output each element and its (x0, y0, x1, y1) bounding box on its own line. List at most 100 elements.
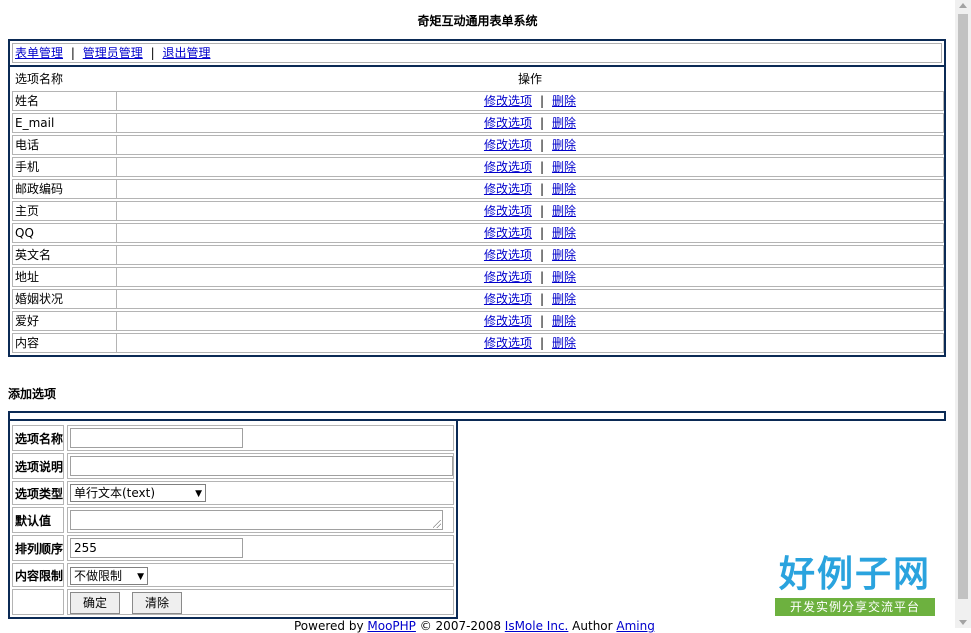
resize-grip-icon[interactable] (433, 520, 441, 528)
edit-option-link[interactable]: 修改选项 (484, 204, 532, 218)
delete-option-link[interactable]: 删除 (552, 160, 576, 174)
delete-option-link[interactable]: 删除 (552, 248, 576, 262)
footer: Powered by MooPHP © 2007-2008 IsMole Inc… (294, 619, 655, 633)
footer-author-label: Author (568, 619, 617, 633)
chevron-down-icon: ▼ (137, 572, 144, 582)
delete-option-link[interactable]: 删除 (552, 226, 576, 240)
content-limit-select[interactable]: 不做限制 ▼ (70, 567, 148, 585)
delete-option-link[interactable]: 删除 (552, 182, 576, 196)
add-option-bar (8, 411, 946, 421)
edit-option-link[interactable]: 修改选项 (484, 336, 532, 350)
form-value-cell (67, 507, 454, 533)
action-separator: | (539, 138, 545, 152)
edit-option-link[interactable]: 修改选项 (484, 270, 532, 284)
option-actions: 修改选项 | 删除 (116, 223, 944, 243)
watermark-logo-title: 好例子网 (778, 553, 931, 595)
action-separator: | (539, 314, 545, 328)
action-separator: | (539, 248, 545, 262)
option-type-select[interactable]: 单行文本(text) ▼ (70, 484, 206, 502)
sort-order-input[interactable]: 255 (70, 538, 243, 558)
option-name: 姓名 (12, 91, 117, 111)
nav-separator: | (70, 46, 75, 60)
form-row-order: 排列顺序 255 (12, 535, 454, 561)
chevron-down-icon: ▼ (195, 489, 202, 499)
action-separator: | (539, 204, 545, 218)
footer-copyright: © 2007-2008 (415, 619, 505, 633)
delete-option-link[interactable]: 删除 (552, 336, 576, 350)
nav-admin-manage-link[interactable]: 管理员管理 (83, 46, 143, 60)
vertical-scrollbar[interactable] (955, 0, 971, 628)
option-actions: 修改选项 | 删除 (116, 289, 944, 309)
watermark-logo: 好例子网 开发实例分享交流平台 (775, 554, 935, 618)
edit-option-link[interactable]: 修改选项 (484, 182, 532, 196)
action-separator: | (539, 160, 545, 174)
option-name: 英文名 (12, 245, 117, 265)
option-list-table: 选项名称 操作 姓名 修改选项 | 删除 E_mail 修改选项 | 删除 电话 修改选… (8, 65, 946, 357)
option-actions: 修改选项 | 删除 (116, 245, 944, 265)
add-option-heading: 添加选项 (8, 387, 57, 401)
form-row-type: 选项类型 单行文本(text) ▼ (12, 481, 454, 505)
action-separator: | (539, 336, 545, 350)
footer-product-link[interactable]: MooPHP (367, 619, 416, 633)
action-separator: | (539, 226, 545, 240)
delete-option-link[interactable]: 删除 (552, 204, 576, 218)
option-actions: 修改选项 | 删除 (116, 179, 944, 199)
edit-option-link[interactable]: 修改选项 (484, 292, 532, 306)
edit-option-link[interactable]: 修改选项 (484, 94, 532, 108)
scroll-up-icon[interactable] (959, 3, 967, 8)
option-name-input[interactable] (70, 428, 243, 448)
option-name: 婚姻状况 (12, 289, 117, 309)
action-separator: | (539, 94, 545, 108)
content-limit-label: 内容限制 (12, 563, 64, 587)
edit-option-link[interactable]: 修改选项 (484, 116, 532, 130)
form-row-limit: 内容限制 不做限制 ▼ (12, 563, 454, 587)
delete-option-link[interactable]: 删除 (552, 116, 576, 130)
delete-option-link[interactable]: 删除 (552, 270, 576, 284)
delete-option-link[interactable]: 删除 (552, 94, 576, 108)
action-separator: | (539, 182, 545, 196)
sort-order-label: 排列顺序 (12, 535, 64, 561)
col-name-header: 选项名称 (15, 72, 64, 86)
option-actions: 修改选项 | 删除 (116, 333, 944, 353)
option-name: 爱好 (12, 311, 117, 331)
submit-button[interactable]: 确定 (70, 592, 120, 614)
action-separator: | (539, 270, 545, 284)
empty-label-cell (12, 589, 64, 615)
footer-author-link[interactable]: Aming (616, 619, 654, 633)
reset-button[interactable]: 清除 (132, 592, 182, 614)
delete-option-link[interactable]: 删除 (552, 314, 576, 328)
form-row-default: 默认值 (12, 507, 454, 533)
edit-option-link[interactable]: 修改选项 (484, 226, 532, 240)
option-name: 手机 (12, 157, 117, 177)
footer-powered: Powered by (294, 619, 368, 633)
action-separator: | (539, 292, 545, 306)
page-title: 奇矩互动通用表单系统 (417, 14, 538, 28)
option-actions: 修改选项 | 删除 (116, 157, 944, 177)
col-ops-header: 操作 (517, 72, 542, 86)
scroll-down-icon[interactable] (959, 620, 967, 625)
option-name: E_mail (12, 113, 117, 133)
nav-form-manage-link[interactable]: 表单管理 (15, 46, 63, 60)
option-name-label: 选项名称 (12, 425, 64, 451)
page: 奇矩互动通用表单系统 表单管理 | 管理员管理 | 退出管理 选项名称 操作 姓… (0, 0, 955, 633)
scrollbar-thumb[interactable] (958, 14, 968, 599)
default-value-textarea[interactable] (70, 510, 443, 530)
content-limit-selected: 不做限制 (74, 569, 123, 583)
option-actions: 修改选项 | 删除 (116, 113, 944, 133)
delete-option-link[interactable]: 删除 (552, 292, 576, 306)
nav-logout-link[interactable]: 退出管理 (162, 46, 210, 60)
option-actions: 修改选项 | 删除 (116, 201, 944, 221)
edit-option-link[interactable]: 修改选项 (484, 160, 532, 174)
form-row-name: 选项名称 (12, 425, 454, 451)
edit-option-link[interactable]: 修改选项 (484, 314, 532, 328)
edit-option-link[interactable]: 修改选项 (484, 248, 532, 262)
nav-separator: | (150, 46, 155, 60)
option-name: 电话 (12, 135, 117, 155)
footer-company-link[interactable]: IsMole Inc. (505, 619, 569, 633)
form-value-cell: 不做限制 ▼ (67, 563, 454, 587)
delete-option-link[interactable]: 删除 (552, 138, 576, 152)
form-value-cell (67, 453, 454, 479)
edit-option-link[interactable]: 修改选项 (484, 138, 532, 152)
form-value-cell: 单行文本(text) ▼ (67, 481, 454, 505)
option-desc-input[interactable] (70, 456, 453, 476)
